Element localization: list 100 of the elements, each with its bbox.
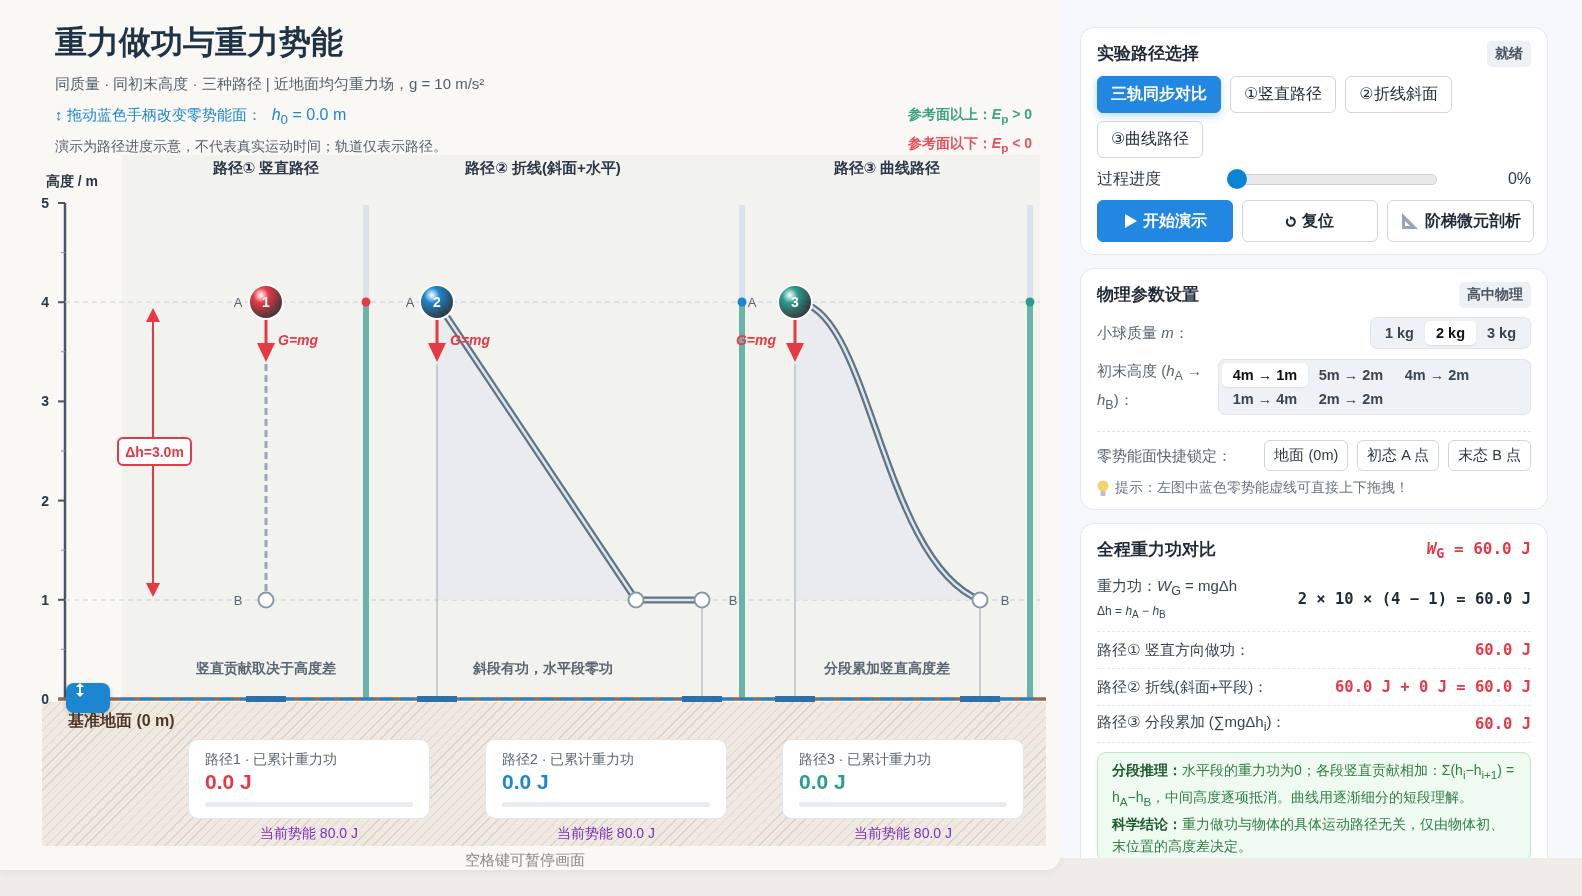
progress-label: 过程进度 <box>1097 168 1162 189</box>
action-button[interactable]: 复位 <box>1242 200 1378 242</box>
rail-base <box>417 696 457 702</box>
play-icon <box>1123 214 1137 228</box>
y-axis-label: 高度 / m <box>45 173 99 189</box>
force-label: G=mg <box>278 332 319 348</box>
work-card-title: 路径2 · 已累计重力功 <box>502 750 636 769</box>
anchor-button[interactable]: 地面 (0m) <box>1264 440 1349 471</box>
height-option[interactable]: 2m → 2m <box>1308 387 1394 411</box>
height-option[interactable]: 5m → 2m <box>1308 363 1394 387</box>
y-tick-label: 1 <box>41 591 49 608</box>
point-label: A <box>233 295 243 310</box>
progress-reading: 0% <box>1507 170 1531 188</box>
path-work-value: 60.0 J <box>1475 641 1531 660</box>
drag-hint: ↕ 拖动蓝色手柄改变零势能面： <box>55 105 262 125</box>
subtitle: 同质量 · 同初末高度 · 三种路径 | 近地面均匀重力场，g = 10 m/s² <box>55 74 486 94</box>
work-card-title: 路径1 · 已累计重力功 <box>205 750 339 769</box>
ball-number: 3 <box>791 294 799 310</box>
y-tick-label: 0 <box>41 691 49 707</box>
anchor-label: 零势能面快捷锁定： <box>1097 445 1232 466</box>
zero-level-handle[interactable] <box>66 683 110 713</box>
potential-energy: 当前势能 80.0 J <box>557 824 655 843</box>
track-title: 路径③ 曲线路径 <box>833 159 941 176</box>
point-label: B <box>1000 593 1010 608</box>
point-label: B <box>233 593 243 608</box>
point-label: A <box>405 295 415 310</box>
rail-base <box>682 696 722 702</box>
path-mode-button[interactable]: 三轨同步对比 <box>1097 76 1221 113</box>
path-work-value: 60.0 J + 0 J = 60.0 J <box>1335 678 1531 697</box>
ball[interactable] <box>777 284 813 320</box>
total-work: W$_{G}$ = 60.0 J <box>1426 538 1531 562</box>
end-point <box>693 591 711 609</box>
conclusion-text: 科学结论：重力做功与物体的具体运动路径无关，仅由物体初、末位置的高度差决定。 <box>1112 815 1505 856</box>
track-joint <box>627 591 645 609</box>
force-arrow <box>428 318 446 362</box>
track-title: 路径① 竖直路径 <box>212 159 320 176</box>
y-tick-label: 2 <box>41 492 49 509</box>
anchor-button[interactable]: 末态 B 点 <box>1448 440 1531 471</box>
work-card-title: 路径3 · 已累计重力功 <box>799 750 933 769</box>
pause-hint: 空格键可暂停画面 <box>464 850 586 870</box>
mass-option[interactable]: 2 kg <box>1424 321 1476 345</box>
mass-option[interactable]: 1 kg <box>1373 321 1425 345</box>
ball[interactable] <box>419 284 455 320</box>
legend-item: 参考面以下：E$_{p}$ < 0 <box>907 133 1032 156</box>
force-arrow <box>786 318 804 362</box>
ball[interactable] <box>248 284 284 320</box>
path-work-value: 60.0 J <box>1475 715 1531 734</box>
track-caption: 竖直贡献取决于高度差 <box>196 660 336 676</box>
page-title: 重力做功与重力势能 <box>55 23 344 62</box>
work-value: 0.0 J <box>205 769 253 796</box>
panel-title: 实验路径选择 <box>1097 43 1199 64</box>
track-title: 路径② 折线(斜面+水平) <box>465 159 621 176</box>
zero-level-value: h$_{0}$ = 0.0 m <box>271 105 347 130</box>
slider-thumb[interactable] <box>1227 169 1247 189</box>
path-work-label: 路径② 折线(斜面+平段)： <box>1097 677 1269 698</box>
ground-label: 基准地面 (0 m) <box>68 711 175 732</box>
action-button[interactable]: 阶梯微元剖析 <box>1387 200 1534 242</box>
path-work-label: 路径③ 分段累加 (∑mgΔh$_{i}$)： <box>1097 711 1287 736</box>
path-mode-button[interactable]: ②折线斜面 <box>1345 76 1452 113</box>
panel-title: 物理参数设置 <box>1097 284 1199 305</box>
height-label: 初末高度 (h$_{A}$ → h$_{B}$)： <box>1097 361 1204 414</box>
height-difference-label: Δh=3.0m <box>117 437 192 466</box>
mass-label: 小球质量 m： <box>1097 323 1189 343</box>
work-formula: 重力功：W$_{G}$ = mgΔh <box>1097 576 1238 600</box>
path-work-label: 路径① 竖直方向做功： <box>1097 640 1250 661</box>
conclusion-text: 分段推理：水平段的重力功为0；各段竖直贡献相加：Σ(h$_{i}$−h$_{i+1}$) = h$_{A}$−h$_{B}$，中间高度逐项抵消。曲线用逐渐细分的短段理解。 <box>1112 761 1516 810</box>
end-point <box>257 591 275 609</box>
height-option[interactable]: 1m → 4m <box>1222 387 1308 411</box>
rail-base <box>246 696 286 702</box>
rail-base <box>960 696 1000 702</box>
y-tick-label: 4 <box>41 294 49 311</box>
anchor-button[interactable]: 初态 A 点 <box>1357 440 1440 471</box>
point-label: A <box>747 295 757 310</box>
mass-option[interactable]: 3 kg <box>1476 321 1527 345</box>
track-caption: 分段累加竖直高度差 <box>824 660 950 676</box>
lightbulb-icon <box>1097 479 1109 497</box>
action-button[interactable]: 开始演示 <box>1097 200 1233 242</box>
ball-number: 1 <box>262 294 270 310</box>
work-calculation: 2 × 10 × (4 − 1) = 60.0 J <box>1297 589 1531 608</box>
height-option[interactable]: 4m → 1m <box>1222 363 1308 387</box>
y-tick-label: 3 <box>41 393 49 410</box>
point-label: B <box>728 593 738 608</box>
panel-title: 全程重力功对比 <box>1097 539 1216 560</box>
force-arrow <box>257 318 275 362</box>
end-point <box>971 591 989 609</box>
height-option[interactable]: 4m → 2m <box>1394 363 1480 387</box>
reset-icon <box>1286 215 1296 227</box>
path-mode-button[interactable]: ③曲线路径 <box>1097 121 1204 158</box>
height-formula: Δh = h$_{A}$ − h$_{B}$ <box>1097 603 1167 623</box>
drag-tip: 提示：左图中蓝色零势能虚线可直接上下拖拽！ <box>1115 479 1409 497</box>
potential-energy: 当前势能 80.0 J <box>854 824 952 843</box>
rail-base <box>775 696 815 702</box>
progress-slider[interactable] <box>1227 169 1437 189</box>
demo-note: 演示为路径进度示意，不代表真实运动时间；轨道仅表示路径。 <box>55 137 447 156</box>
status-badge: 就绪 <box>1487 41 1531 67</box>
level-badge: 高中物理 <box>1459 282 1531 308</box>
path-mode-button[interactable]: ①竖直路径 <box>1230 76 1337 113</box>
up-down-arrow-icon <box>76 683 84 697</box>
track-caption: 斜段有功，水平段零功 <box>473 660 613 676</box>
potential-energy: 当前势能 80.0 J <box>260 824 358 843</box>
